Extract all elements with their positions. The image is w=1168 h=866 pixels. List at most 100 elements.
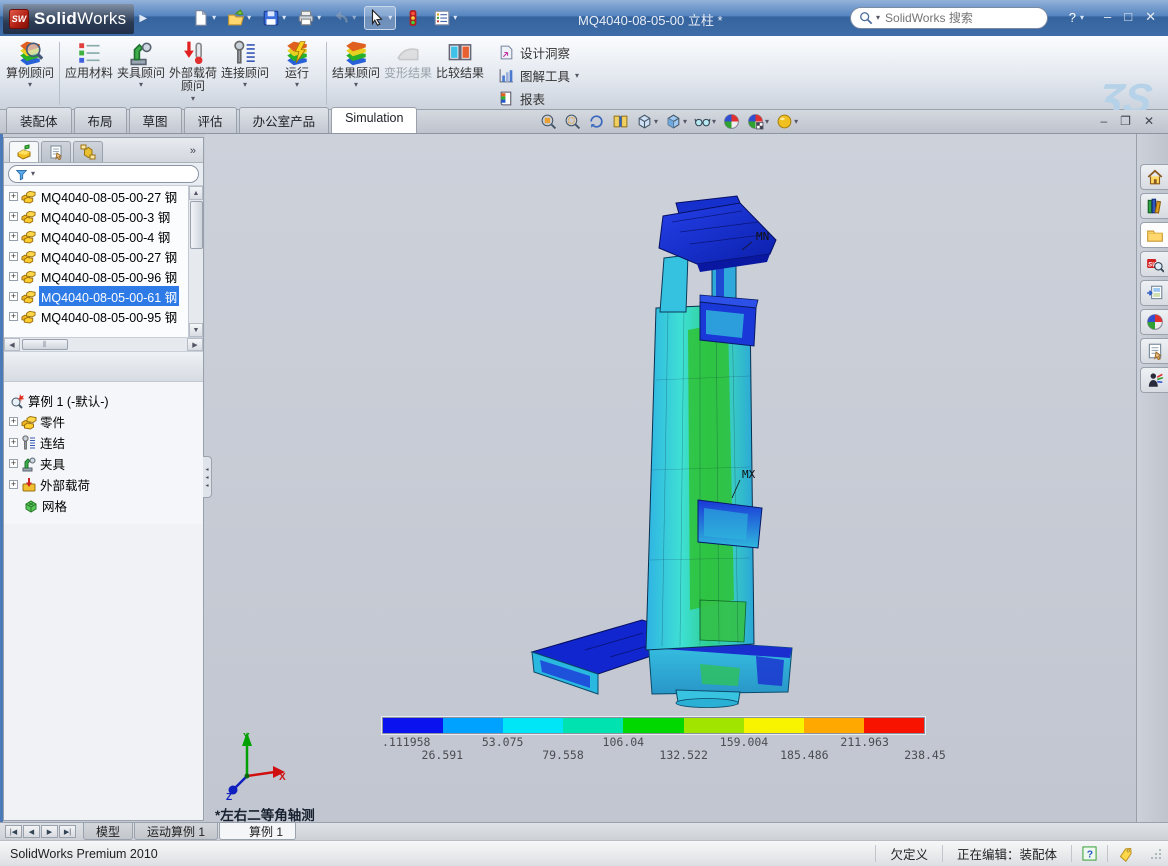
tree-filter-input[interactable]: ▾	[8, 165, 199, 183]
bottom-tab-模型[interactable]: 模型	[83, 823, 133, 840]
study-tree-item[interactable]: +连结	[6, 432, 201, 453]
bottom-tab-运动算例 1[interactable]: 运动算例 1	[134, 823, 218, 840]
user-community-tab[interactable]	[1140, 367, 1168, 393]
dropdown-arrow-icon[interactable]: ▾	[317, 14, 321, 22]
doc-restore-button[interactable]: ❐	[1120, 114, 1131, 128]
dropdown-arrow-icon[interactable]: ▾	[453, 14, 457, 22]
last-tab-button[interactable]: ▶|	[59, 825, 76, 838]
display-style-button[interactable]: ▾	[665, 113, 687, 130]
menu-expand-arrow-icon[interactable]: ▶	[139, 13, 147, 24]
tags-button[interactable]	[1107, 845, 1144, 862]
fea-model[interactable]: MN MX	[515, 184, 815, 714]
configuration-manager-tab[interactable]	[73, 141, 103, 162]
dropdown-arrow-icon[interactable]: ▾	[139, 81, 143, 89]
dropdown-arrow-icon[interactable]: ▾	[388, 14, 392, 22]
dropdown-arrow-icon[interactable]: ▾	[295, 81, 299, 89]
expand-icon[interactable]: +	[9, 232, 18, 241]
zoom-to-fit-button[interactable]	[540, 113, 557, 130]
prev-tab-button[interactable]: ◀	[23, 825, 40, 838]
3d-drawing-view-button[interactable]	[612, 113, 629, 130]
ribbon-compare-results-button[interactable]: 比较结果	[434, 38, 486, 109]
ribbon-run-button[interactable]: 运行▾	[271, 38, 323, 109]
ribbon-plot-tools-button[interactable]: 图解工具▾	[498, 66, 579, 85]
help-button[interactable]: ?▾	[1069, 10, 1084, 25]
dropdown-arrow-icon[interactable]: ▾	[575, 72, 579, 80]
ribbon-connections-advisor-button[interactable]: 连接顾问▾	[219, 38, 271, 109]
scroll-thumb-horizontal[interactable]: ⫴	[22, 339, 68, 350]
expand-icon[interactable]: +	[9, 272, 18, 281]
view-palette-tab[interactable]	[1140, 280, 1168, 306]
doc-close-button[interactable]: ✕	[1144, 114, 1154, 128]
study-tree-item[interactable]: +外部载荷	[6, 474, 201, 495]
tab-草图[interactable]: 草图	[129, 107, 182, 133]
dropdown-arrow-icon[interactable]: ▾	[247, 14, 251, 22]
scroll-left-arrow[interactable]: ◀	[4, 338, 20, 351]
minimize-button[interactable]: –	[1104, 9, 1111, 25]
tree-vertical-scrollbar[interactable]: ▲ ▼	[188, 186, 203, 337]
zoom-to-area-button[interactable]	[564, 113, 581, 130]
rotate-view-button[interactable]	[588, 113, 605, 130]
close-button[interactable]: ✕	[1145, 9, 1156, 25]
doc-minimize-button[interactable]: –	[1100, 114, 1107, 128]
list-options-button[interactable]: ▾	[430, 7, 460, 29]
solidworks-resources-tab[interactable]	[1140, 164, 1168, 190]
study-tree-item[interactable]: +夹具	[6, 453, 201, 474]
ribbon-external-loads-advisor-button[interactable]: 外部载荷顾问▾	[167, 38, 219, 109]
ribbon-deformed-result-button[interactable]: 变形结果	[382, 38, 434, 109]
dropdown-arrow-icon[interactable]: ▾	[683, 118, 687, 126]
study-title-row[interactable]: 算例 1 (-默认-)	[6, 390, 201, 411]
tab-办公室产品[interactable]: 办公室产品	[239, 107, 330, 133]
traffic-light-button[interactable]	[401, 7, 425, 29]
expand-icon[interactable]: +	[9, 459, 18, 468]
search-box[interactable]: ▾	[850, 7, 1048, 29]
solidworks-search-tab[interactable]: SW	[1140, 251, 1168, 277]
feature-tree-item[interactable]: +MQ4040-08-05-00-27 钢	[4, 246, 189, 266]
dropdown-arrow-icon[interactable]: ▾	[212, 14, 216, 22]
dropdown-arrow-icon[interactable]: ▾	[282, 14, 286, 22]
tab-评估[interactable]: 评估	[184, 107, 237, 133]
maximize-button[interactable]: □	[1124, 9, 1132, 25]
open-folder-button[interactable]: ▾	[224, 7, 254, 29]
feature-tree-item[interactable]: +MQ4040-08-05-00-95 钢	[4, 306, 189, 326]
edit-appearance-button[interactable]	[723, 113, 740, 130]
dropdown-arrow-icon[interactable]: ▾	[794, 118, 798, 126]
graphics-viewport[interactable]: MN MX .11195853.075106.04159.004211.963 …	[205, 134, 1136, 822]
panel-chevron-button[interactable]: »	[190, 145, 198, 157]
dropdown-arrow-icon[interactable]: ▾	[765, 118, 769, 126]
hide-show-items-button[interactable]: ▾	[694, 113, 716, 130]
new-doc-button[interactable]: ▾	[189, 7, 219, 29]
help-arrow-icon[interactable]: ▾	[1080, 14, 1084, 22]
feature-tree-item[interactable]: +MQ4040-08-05-00-4 钢	[4, 226, 189, 246]
search-scope-arrow-icon[interactable]: ▾	[876, 14, 880, 22]
bottom-tab-算例 1[interactable]: 算例 1	[219, 823, 296, 840]
tab-Simulation[interactable]: Simulation	[331, 107, 417, 133]
scroll-up-arrow[interactable]: ▲	[189, 186, 203, 200]
tab-装配体[interactable]: 装配体	[6, 107, 72, 133]
first-tab-button[interactable]: |◀	[5, 825, 22, 838]
study-tree-item[interactable]: 网格	[6, 495, 201, 516]
apply-scene-button[interactable]: ▾	[747, 113, 769, 130]
study-tree-item[interactable]: +零件	[6, 411, 201, 432]
expand-icon[interactable]: +	[9, 417, 18, 426]
expand-icon[interactable]: +	[9, 480, 18, 489]
ribbon-apply-material-button[interactable]: 应用材料	[63, 38, 115, 109]
filter-arrow-icon[interactable]: ▾	[31, 170, 35, 178]
tab-布局[interactable]: 布局	[74, 107, 127, 133]
undo-button[interactable]: ▾	[329, 7, 359, 29]
scroll-thumb[interactable]	[190, 201, 203, 249]
tree-horizontal-scrollbar[interactable]: ◀ ⫴ ▶	[4, 338, 203, 352]
dropdown-arrow-icon[interactable]: ▾	[352, 14, 356, 22]
scroll-down-arrow[interactable]: ▼	[189, 323, 203, 337]
print-button[interactable]: ▾	[294, 7, 324, 29]
ribbon-study-advisor-button[interactable]: 算例顾问▾	[4, 38, 56, 109]
property-manager-tab[interactable]	[41, 141, 71, 162]
ribbon-design-insight-button[interactable]: 设计洞察	[498, 43, 579, 62]
feature-tree-item[interactable]: +MQ4040-08-05-00-27 钢	[4, 186, 189, 206]
expand-icon[interactable]: +	[9, 212, 18, 221]
dropdown-arrow-icon[interactable]: ▾	[243, 81, 247, 89]
panel-divider[interactable]	[4, 352, 203, 382]
ribbon-report-button[interactable]: 报表	[498, 89, 579, 108]
ribbon-fixtures-advisor-button[interactable]: 夹具顾问▾	[115, 38, 167, 109]
expand-icon[interactable]: +	[9, 292, 18, 301]
panel-splitter-handle[interactable]: ◂◂◂	[203, 456, 212, 498]
